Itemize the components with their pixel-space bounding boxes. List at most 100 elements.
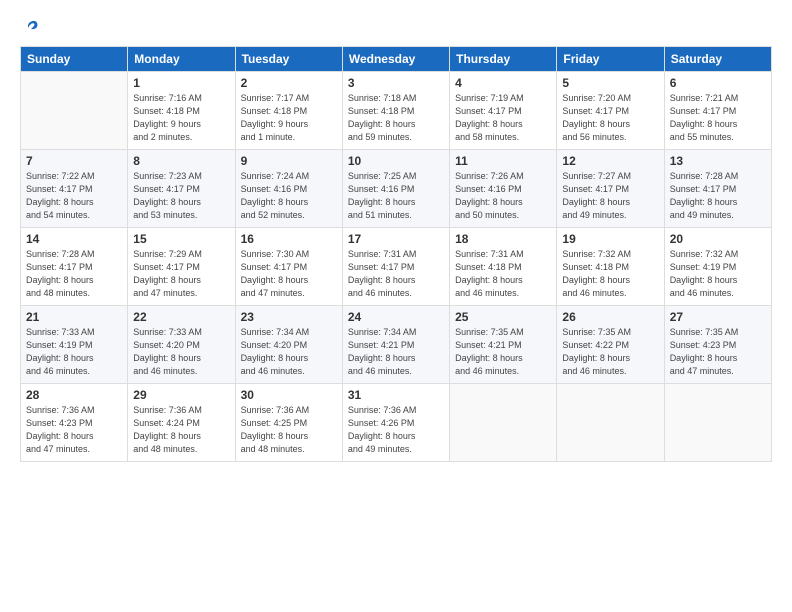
calendar-week-4: 21Sunrise: 7:33 AMSunset: 4:19 PMDayligh… (21, 306, 772, 384)
day-info: Sunrise: 7:28 AMSunset: 4:17 PMDaylight:… (670, 170, 766, 222)
calendar-cell (450, 384, 557, 462)
day-info: Sunrise: 7:36 AMSunset: 4:24 PMDaylight:… (133, 404, 229, 456)
calendar-header-friday: Friday (557, 47, 664, 72)
calendar-cell: 3Sunrise: 7:18 AMSunset: 4:18 PMDaylight… (342, 72, 449, 150)
calendar-cell: 9Sunrise: 7:24 AMSunset: 4:16 PMDaylight… (235, 150, 342, 228)
day-info: Sunrise: 7:30 AMSunset: 4:17 PMDaylight:… (241, 248, 337, 300)
calendar-cell: 22 Sunrise: 7:33 AMSunset: 4:20 PMDayligh… (128, 306, 235, 384)
day-info: Sunrise: 7:16 AMSunset: 4:18 PMDaylight:… (133, 92, 229, 144)
logo-text (20, 18, 40, 36)
calendar-cell: 28Sunrise: 7:36 AMSunset: 4:23 PMDayligh… (21, 384, 128, 462)
calendar-cell: 1Sunrise: 7:16 AMSunset: 4:18 PMDaylight… (128, 72, 235, 150)
calendar-header-row: SundayMondayTuesdayWednesdayThursdayFrid… (21, 47, 772, 72)
calendar-cell: 29 Sunrise: 7:36 AMSunset: 4:24 PMDayligh… (128, 384, 235, 462)
day-number: 30 (241, 388, 337, 402)
day-info: Sunrise: 7:20 AMSunset: 4:17 PMDaylight:… (562, 92, 658, 144)
calendar-cell: 17Sunrise: 7:31 AMSunset: 4:17 PMDayligh… (342, 228, 449, 306)
day-number: 23 (241, 310, 337, 324)
day-number: 29 (133, 388, 229, 402)
calendar-cell: 16 Sunrise: 7:30 AMSunset: 4:17 PMDayligh… (235, 228, 342, 306)
calendar-header-wednesday: Wednesday (342, 47, 449, 72)
calendar-cell: 4Sunrise: 7:19 AMSunset: 4:17 PMDaylight… (450, 72, 557, 150)
calendar-cell: 5Sunrise: 7:20 AMSunset: 4:17 PMDaylight… (557, 72, 664, 150)
calendar-cell: 20 Sunrise: 7:32 AMSunset: 4:19 PMDayligh… (664, 228, 771, 306)
day-number: 16 (241, 232, 337, 246)
calendar-cell: 26 Sunrise: 7:35 AMSunset: 4:22 PMDayligh… (557, 306, 664, 384)
calendar-cell: 6 Sunrise: 7:21 AMSunset: 4:17 PMDaylight… (664, 72, 771, 150)
calendar-cell (664, 384, 771, 462)
day-info: Sunrise: 7:18 AMSunset: 4:18 PMDaylight:… (348, 92, 444, 144)
calendar-cell: 30 Sunrise: 7:36 AMSunset: 4:25 PMDayligh… (235, 384, 342, 462)
day-info: Sunrise: 7:22 AMSunset: 4:17 PMDaylight:… (26, 170, 122, 222)
day-info: Sunrise: 7:17 AMSunset: 4:18 PMDaylight:… (241, 92, 337, 144)
day-info: Sunrise: 7:23 AMSunset: 4:17 PMDaylight:… (133, 170, 229, 222)
page: SundayMondayTuesdayWednesdayThursdayFrid… (0, 0, 792, 612)
calendar-cell (557, 384, 664, 462)
calendar-cell: 14 Sunrise: 7:28 AMSunset: 4:17 PMDayligh… (21, 228, 128, 306)
day-info: Sunrise: 7:34 AMSunset: 4:21 PMDaylight:… (348, 326, 444, 378)
day-number: 4 (455, 76, 551, 90)
calendar-cell: 8 Sunrise: 7:23 AMSunset: 4:17 PMDaylight… (128, 150, 235, 228)
day-number: 12 (562, 154, 658, 168)
calendar-header-monday: Monday (128, 47, 235, 72)
day-number: 22 (133, 310, 229, 324)
logo-bird-icon (22, 18, 40, 36)
day-info: Sunrise: 7:34 AMSunset: 4:20 PMDaylight:… (241, 326, 337, 378)
day-number: 10 (348, 154, 444, 168)
calendar-header-sunday: Sunday (21, 47, 128, 72)
day-info: Sunrise: 7:28 AMSunset: 4:17 PMDaylight:… (26, 248, 122, 300)
calendar-cell: 18 Sunrise: 7:31 AMSunset: 4:18 PMDayligh… (450, 228, 557, 306)
day-info: Sunrise: 7:32 AMSunset: 4:18 PMDaylight:… (562, 248, 658, 300)
calendar-week-2: 7 Sunrise: 7:22 AMSunset: 4:17 PMDaylight… (21, 150, 772, 228)
day-number: 9 (241, 154, 337, 168)
calendar-cell: 12 Sunrise: 7:27 AMSunset: 4:17 PMDayligh… (557, 150, 664, 228)
day-info: Sunrise: 7:33 AMSunset: 4:19 PMDaylight:… (26, 326, 122, 378)
day-number: 20 (670, 232, 766, 246)
day-number: 6 (670, 76, 766, 90)
day-number: 14 (26, 232, 122, 246)
day-info: Sunrise: 7:35 AMSunset: 4:23 PMDaylight:… (670, 326, 766, 378)
day-info: Sunrise: 7:36 AMSunset: 4:23 PMDaylight:… (26, 404, 122, 456)
day-number: 2 (241, 76, 337, 90)
day-info: Sunrise: 7:21 AMSunset: 4:17 PMDaylight:… (670, 92, 766, 144)
day-number: 24 (348, 310, 444, 324)
day-info: Sunrise: 7:25 AMSunset: 4:16 PMDaylight:… (348, 170, 444, 222)
day-number: 25 (455, 310, 551, 324)
day-info: Sunrise: 7:35 AMSunset: 4:21 PMDaylight:… (455, 326, 551, 378)
day-number: 17 (348, 232, 444, 246)
calendar-cell: 21Sunrise: 7:33 AMSunset: 4:19 PMDayligh… (21, 306, 128, 384)
calendar-cell: 2 Sunrise: 7:17 AMSunset: 4:18 PMDaylight… (235, 72, 342, 150)
header (20, 18, 772, 36)
day-number: 26 (562, 310, 658, 324)
day-info: Sunrise: 7:35 AMSunset: 4:22 PMDaylight:… (562, 326, 658, 378)
calendar-cell: 31 Sunrise: 7:36 AMSunset: 4:26 PMDayligh… (342, 384, 449, 462)
calendar-header-saturday: Saturday (664, 47, 771, 72)
day-info: Sunrise: 7:33 AMSunset: 4:20 PMDaylight:… (133, 326, 229, 378)
calendar-cell: 23 Sunrise: 7:34 AMSunset: 4:20 PMDayligh… (235, 306, 342, 384)
day-number: 31 (348, 388, 444, 402)
calendar-cell: 13 Sunrise: 7:28 AMSunset: 4:17 PMDayligh… (664, 150, 771, 228)
day-number: 7 (26, 154, 122, 168)
calendar-cell: 19Sunrise: 7:32 AMSunset: 4:18 PMDayligh… (557, 228, 664, 306)
day-info: Sunrise: 7:32 AMSunset: 4:19 PMDaylight:… (670, 248, 766, 300)
calendar-week-3: 14 Sunrise: 7:28 AMSunset: 4:17 PMDayligh… (21, 228, 772, 306)
day-info: Sunrise: 7:36 AMSunset: 4:26 PMDaylight:… (348, 404, 444, 456)
calendar-cell: 10 Sunrise: 7:25 AMSunset: 4:16 PMDayligh… (342, 150, 449, 228)
calendar-cell: 7 Sunrise: 7:22 AMSunset: 4:17 PMDaylight… (21, 150, 128, 228)
day-info: Sunrise: 7:27 AMSunset: 4:17 PMDaylight:… (562, 170, 658, 222)
day-number: 27 (670, 310, 766, 324)
day-number: 15 (133, 232, 229, 246)
calendar-header-tuesday: Tuesday (235, 47, 342, 72)
day-info: Sunrise: 7:29 AMSunset: 4:17 PMDaylight:… (133, 248, 229, 300)
day-info: Sunrise: 7:31 AMSunset: 4:18 PMDaylight:… (455, 248, 551, 300)
calendar-week-5: 28Sunrise: 7:36 AMSunset: 4:23 PMDayligh… (21, 384, 772, 462)
calendar-week-1: 1Sunrise: 7:16 AMSunset: 4:18 PMDaylight… (21, 72, 772, 150)
day-number: 13 (670, 154, 766, 168)
day-number: 18 (455, 232, 551, 246)
logo (20, 18, 40, 36)
day-number: 8 (133, 154, 229, 168)
calendar-table: SundayMondayTuesdayWednesdayThursdayFrid… (20, 46, 772, 462)
calendar-cell: 25 Sunrise: 7:35 AMSunset: 4:21 PMDayligh… (450, 306, 557, 384)
calendar-cell: 24 Sunrise: 7:34 AMSunset: 4:21 PMDayligh… (342, 306, 449, 384)
day-info: Sunrise: 7:36 AMSunset: 4:25 PMDaylight:… (241, 404, 337, 456)
